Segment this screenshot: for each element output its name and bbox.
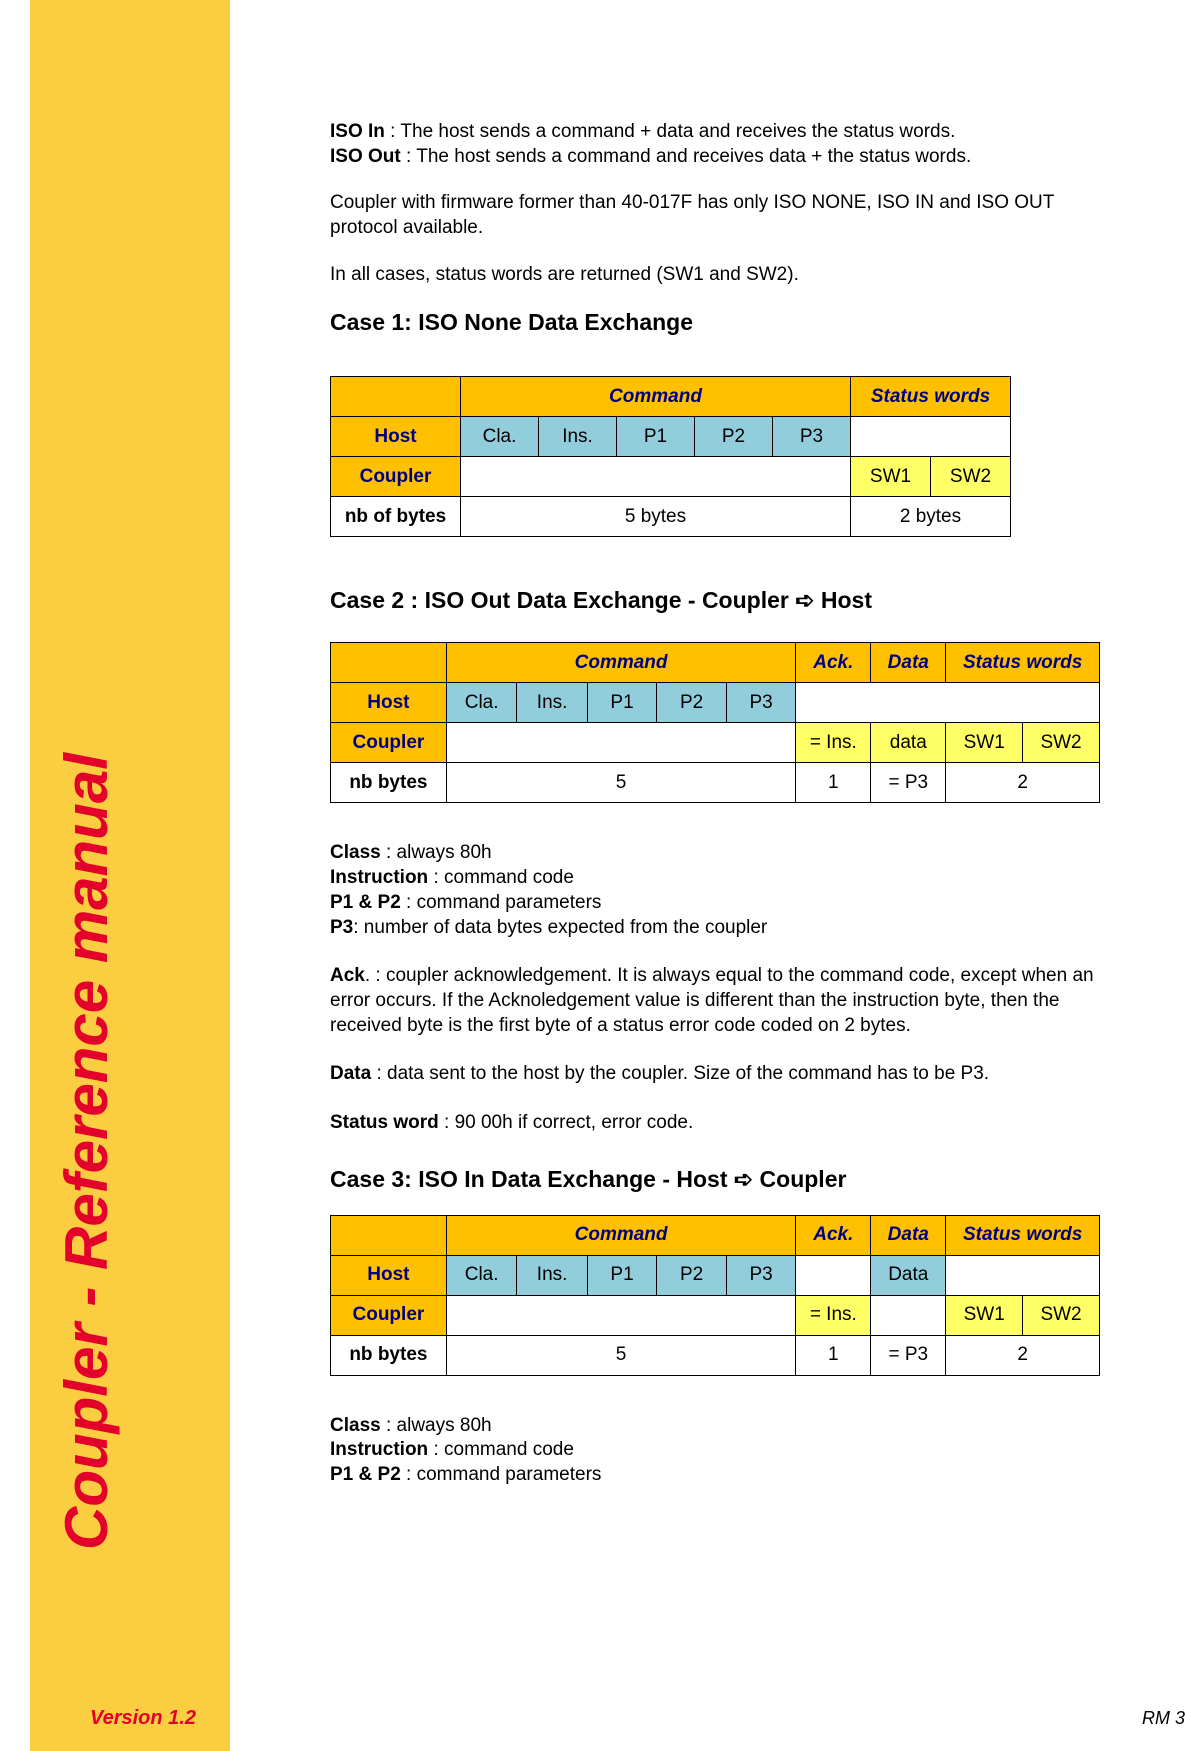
cell: SW2 — [1023, 723, 1100, 763]
def-text: : command code — [428, 867, 574, 888]
case3-table: Command Ack. Data Status words Host Cla.… — [330, 1215, 1100, 1376]
cell: = P3 — [871, 763, 946, 803]
hdr-ack: Ack. — [796, 1215, 871, 1255]
cell: Ins. — [517, 1255, 587, 1295]
def-label: P1 & P2 — [330, 892, 401, 913]
cell: Ins. — [539, 417, 617, 457]
def-text: : data sent to the host by the coupler. … — [371, 1063, 989, 1084]
cell: P1 — [587, 683, 657, 723]
cell: P3 — [726, 683, 796, 723]
cell: P2 — [695, 417, 773, 457]
hdr-command: Command — [446, 1215, 796, 1255]
case1-heading: Case 1: ISO None Data Exchange — [330, 309, 1100, 336]
cell: Data — [871, 1255, 946, 1295]
cell: 2 bytes — [851, 497, 1011, 537]
page-number: RM 3 — [1142, 1708, 1185, 1729]
sidebar-stripe — [0, 0, 30, 1751]
cell: 2 — [946, 1335, 1100, 1375]
cell: SW1 — [851, 457, 931, 497]
sidebar: Coupler - Reference manual Version 1.2 — [0, 0, 230, 1751]
hdr-command: Command — [461, 377, 851, 417]
cell: P2 — [657, 1255, 727, 1295]
cell: Cla. — [446, 1255, 517, 1295]
content: ISO In : The host sends a command + data… — [330, 120, 1100, 1512]
def-text: : always 80h — [381, 842, 492, 863]
row-nb: nb bytes — [331, 1335, 447, 1375]
def-label: P1 & P2 — [330, 1464, 401, 1485]
hdr-data: Data — [871, 643, 946, 683]
cell: P1 — [587, 1255, 657, 1295]
def-label: P3 — [330, 917, 353, 938]
row-host: Host — [331, 417, 461, 457]
row-nb: nb bytes — [331, 763, 447, 803]
def-label: Class — [330, 1415, 381, 1436]
def-text: : command parameters — [401, 1464, 602, 1485]
hdr-command: Command — [446, 643, 796, 683]
iso-in-label: ISO In — [330, 121, 385, 142]
cell: 2 — [946, 763, 1100, 803]
case2-table: Command Ack. Data Status words Host Cla.… — [330, 642, 1100, 803]
row-coupler: Coupler — [331, 1295, 447, 1335]
status-note: In all cases, status words are returned … — [330, 263, 1100, 288]
cell: 1 — [796, 763, 871, 803]
def-text: : command code — [428, 1439, 574, 1460]
hdr-data: Data — [871, 1215, 946, 1255]
def-text: : command parameters — [401, 892, 602, 913]
cell: 5 — [446, 1335, 796, 1375]
cell: P2 — [657, 683, 727, 723]
def-label: Class — [330, 842, 381, 863]
row-host: Host — [331, 1255, 447, 1295]
cell: = Ins. — [796, 1295, 871, 1335]
firmware-note: Coupler with firmware former than 40-017… — [330, 191, 1100, 240]
hdr-status: Status words — [946, 1215, 1100, 1255]
cell: 1 — [796, 1335, 871, 1375]
cell: 5 — [446, 763, 796, 803]
row-nb: nb of bytes — [331, 497, 461, 537]
doc-title: Coupler - Reference manual — [52, 753, 121, 1550]
iso-out-text: : The host sends a command and receives … — [401, 146, 972, 167]
def-text: . : coupler acknowledgement. It is alway… — [330, 965, 1094, 1035]
hdr-ack: Ack. — [796, 643, 871, 683]
cell: Cla. — [446, 683, 517, 723]
cell: SW2 — [1023, 1295, 1100, 1335]
cell: = P3 — [871, 1335, 946, 1375]
cell: Ins. — [517, 683, 587, 723]
def-label: Status word — [330, 1112, 439, 1133]
hdr-status: Status words — [946, 643, 1100, 683]
version-label: Version 1.2 — [90, 1707, 196, 1730]
def-label: Data — [330, 1063, 371, 1084]
iso-in-text: : The host sends a command + data and re… — [385, 121, 956, 142]
cell: Cla. — [461, 417, 539, 457]
cell: data — [871, 723, 946, 763]
row-coupler: Coupler — [331, 723, 447, 763]
def-text: : number of data bytes expected from the… — [353, 917, 767, 938]
case3-heading: Case 3: ISO In Data Exchange - Host ➪ Co… — [330, 1166, 1100, 1193]
cell: P3 — [773, 417, 851, 457]
cell: SW1 — [946, 1295, 1023, 1335]
cell: = Ins. — [796, 723, 871, 763]
cell: SW1 — [946, 723, 1023, 763]
row-host: Host — [331, 683, 447, 723]
def-label: Instruction — [330, 1439, 428, 1460]
def-label: Ack — [330, 965, 365, 986]
cell: P3 — [726, 1255, 796, 1295]
def-label: Instruction — [330, 867, 428, 888]
cell: 5 bytes — [461, 497, 851, 537]
cell: SW2 — [931, 457, 1011, 497]
iso-out-label: ISO Out — [330, 146, 401, 167]
case1-table: Command Status words Host Cla. Ins. P1 P… — [330, 376, 1011, 537]
def-text: : 90 00h if correct, error code. — [439, 1112, 694, 1133]
hdr-status: Status words — [851, 377, 1011, 417]
cell: P1 — [617, 417, 695, 457]
def-text: : always 80h — [381, 1415, 492, 1436]
row-coupler: Coupler — [331, 457, 461, 497]
case2-heading: Case 2 : ISO Out Data Exchange - Coupler… — [330, 587, 1100, 614]
